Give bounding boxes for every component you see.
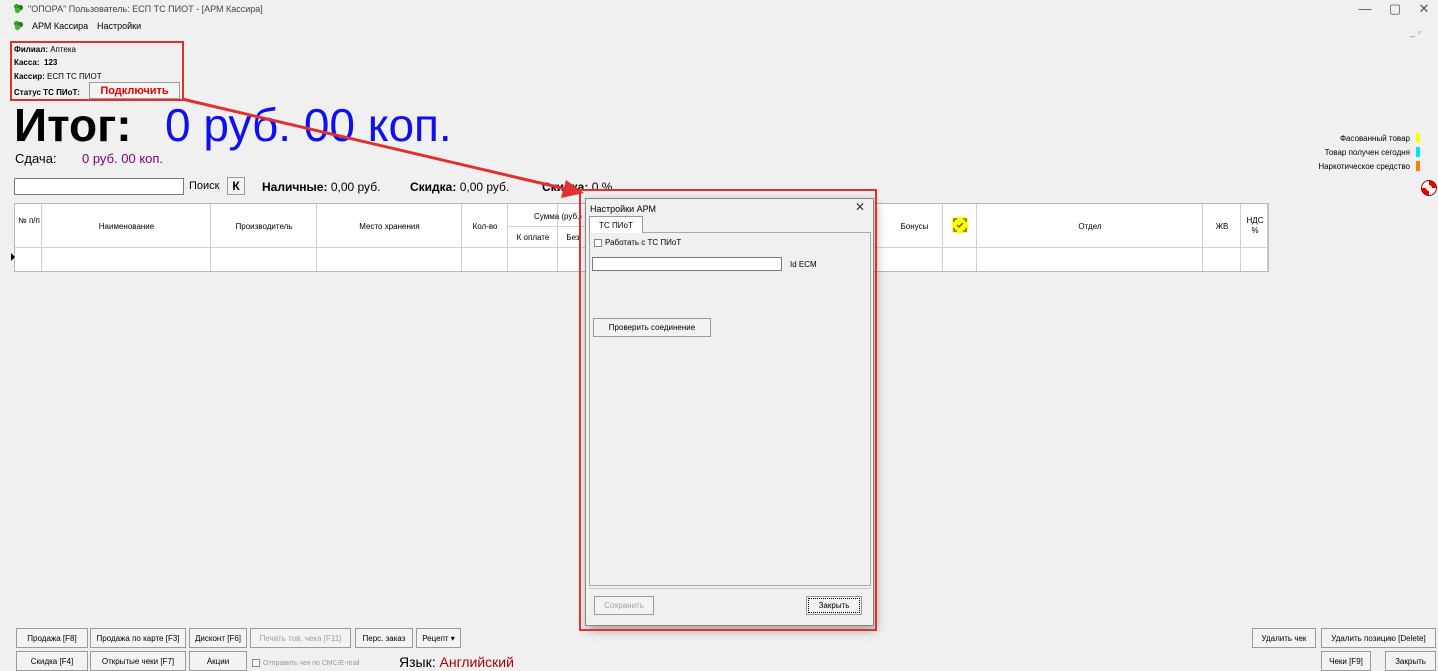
mdi-controls[interactable]: _ ▫ [1410,27,1421,37]
search-label: Поиск [189,180,220,192]
receipts-button[interactable]: Чеки [F9] [1321,651,1371,671]
current-row-arrow [11,253,15,261]
cash-summary: Наличные: 0,00 руб. [262,180,381,194]
promotions-button[interactable]: Акции [189,651,247,671]
header-name: Наименование [98,222,155,231]
legend-narcotic: Наркотическое средство [1318,161,1420,171]
app-icon [13,3,24,14]
col-scan [943,204,977,271]
open-receipts-button[interactable]: Открытые чеки [F7] [90,651,186,671]
header-zhv: ЖВ [1215,222,1229,231]
col-number [15,204,42,271]
header-vat: НДС % [1246,216,1264,235]
col-storage [317,204,462,271]
legend-received-today: Товар получен сегодня [1325,147,1420,157]
maximize-button[interactable]: ▢ [1381,1,1409,17]
header-number: № п/п [18,216,40,225]
change-value: 0 руб. 00 коп. [82,151,164,166]
col-department [977,204,1203,271]
card-sale-button[interactable]: Продажа по карте [F3] [90,628,186,648]
sms-email-checkbox[interactable]: Отправить чек по СМС/E-mail [252,659,359,667]
col-qty [462,204,508,271]
discount-card-button[interactable]: Дисконт [F6] [189,628,247,648]
help-lifebuoy-icon[interactable] [1421,180,1437,196]
annotation-box-info [10,41,184,101]
sale-button[interactable]: Продажа [F8] [16,628,88,648]
minimize-button[interactable]: — [1351,1,1379,17]
delete-position-button[interactable]: Удалить позицию [Delete] [1321,628,1436,648]
delete-receipt-button[interactable]: Удалить чек [1252,628,1316,648]
col-bonus [886,204,943,271]
close-button[interactable]: Закрыть [1385,651,1436,671]
header-storage: Место хранения [359,222,420,231]
header-to-pay: К оплате [516,233,550,242]
prescription-dropdown[interactable]: Рецепт ▾ [416,628,461,648]
sms-checkbox-box[interactable] [252,659,260,667]
col-manufacturer [211,204,317,271]
window-title: "ОПОРА" Пользователь: ЕСП ТС ПИОТ - [АРМ… [28,4,263,14]
language-indicator: Язык: Английский [399,654,514,670]
scan-code-icon [952,217,968,233]
annotation-box-dialog [579,189,877,631]
header-manufacturer: Производитель [235,222,293,231]
print-receipt-button[interactable]: Печать тов. чека [F11] [250,628,351,648]
menu-app-icon [13,20,24,31]
header-qty: Кол-во [472,222,498,231]
total-label: Итог: [14,99,132,151]
change-label: Сдача: [15,151,57,166]
legend-packaged: Фасованный товар [1340,133,1420,143]
col-vat [1241,204,1268,271]
search-input[interactable] [14,178,184,195]
k-button[interactable]: К [227,177,245,195]
close-window-button[interactable]: ✕ [1410,1,1438,17]
header-bonus: Бонусы [900,222,929,231]
menu-arm-cashier[interactable]: АРМ Кассира [32,21,88,31]
discount-summary: Скидка: 0,00 руб. [410,180,510,194]
col-zhv [1203,204,1241,271]
personal-order-button[interactable]: Перс. заказ [355,628,413,648]
header-department: Отдел [1078,222,1102,231]
total-value: 0 руб. 00 коп. [165,99,452,151]
menu-settings[interactable]: Настройки [97,21,141,31]
col-name [42,204,211,271]
discount-button[interactable]: Скидка [F4] [16,651,88,671]
